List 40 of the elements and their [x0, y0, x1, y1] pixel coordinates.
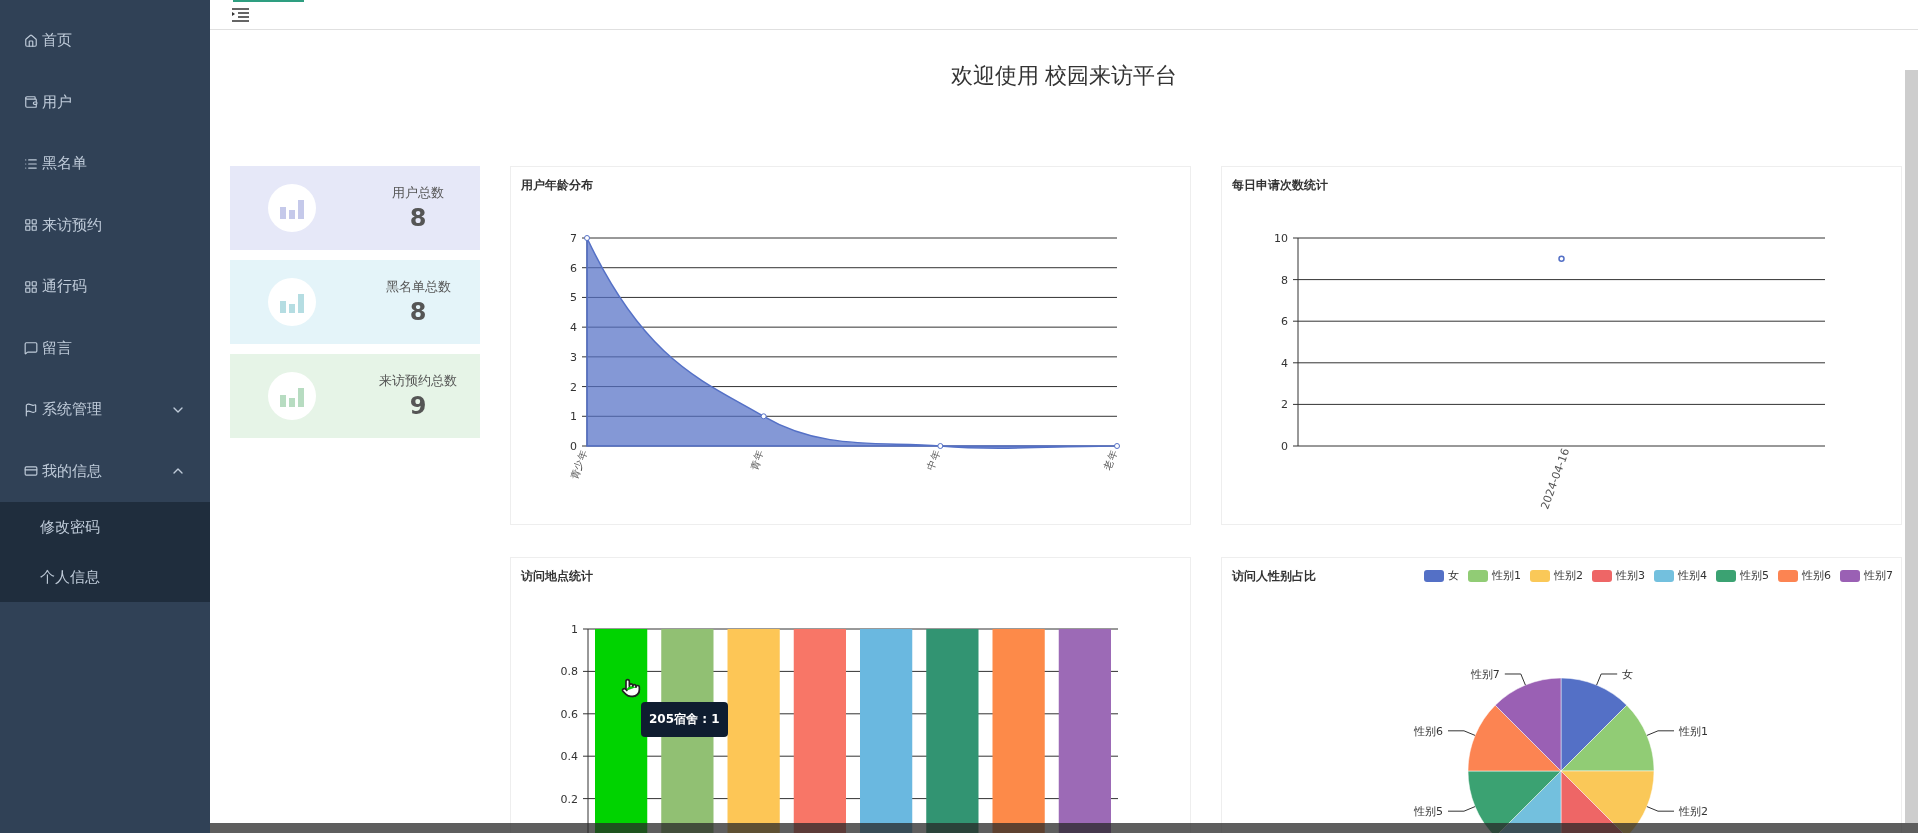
- stat-value: 9: [409, 392, 427, 420]
- axis-label: 1: [571, 623, 578, 636]
- axis-label: 0.4: [560, 750, 578, 764]
- stat-value: 8: [409, 204, 427, 232]
- axis-label: 7: [570, 232, 577, 245]
- stat-label: 黑名单总数: [385, 278, 451, 296]
- axis-label: 4: [570, 321, 577, 335]
- axis-label: 10: [1274, 232, 1288, 245]
- axis-label: 0: [1281, 440, 1288, 453]
- slice-label: 性别2: [1679, 805, 1708, 819]
- axis-label: 老年: [1101, 448, 1119, 472]
- chart-tooltip: 205宿舍 : 1: [641, 702, 728, 737]
- axis-label: 中年: [925, 448, 943, 472]
- axis-label: 5: [570, 291, 577, 305]
- stat-value: 8: [409, 298, 427, 326]
- axis-label: 1: [570, 410, 577, 424]
- chart-title: 用户年龄分布: [521, 177, 593, 194]
- slice-label: 性别5: [1414, 805, 1443, 819]
- slice-label: 女: [1622, 668, 1634, 681]
- axis-label: 0.2: [560, 792, 578, 806]
- axis-label: 3: [570, 350, 577, 364]
- axis-label: 0.8: [560, 665, 578, 679]
- slice-label: 性别6: [1414, 724, 1443, 738]
- axis-label: 6: [1281, 315, 1288, 329]
- page-title: 欢迎使用 校园来访平台: [949, 62, 1179, 90]
- stat-label: 用户总数: [392, 184, 444, 202]
- slice-label: 性别7: [1470, 668, 1500, 681]
- stat-label: 来访预约总数: [379, 372, 457, 390]
- chart-title: 访问地点统计: [521, 568, 593, 585]
- axis-label: 0: [570, 440, 577, 453]
- chart-title: 每日申请次数统计: [1232, 177, 1328, 194]
- axis-label: 6: [570, 261, 577, 275]
- axis-label: 2: [1281, 398, 1288, 412]
- axis-label: 4: [1281, 356, 1288, 370]
- slice-label: 性别1: [1679, 724, 1708, 738]
- axis-label: 8: [1281, 273, 1288, 287]
- axis-label: 0.6: [560, 707, 578, 721]
- axis-label: 2: [570, 380, 577, 394]
- axis-label: 青年: [748, 448, 766, 472]
- chart-title: 访问人性别占比: [1232, 568, 1316, 585]
